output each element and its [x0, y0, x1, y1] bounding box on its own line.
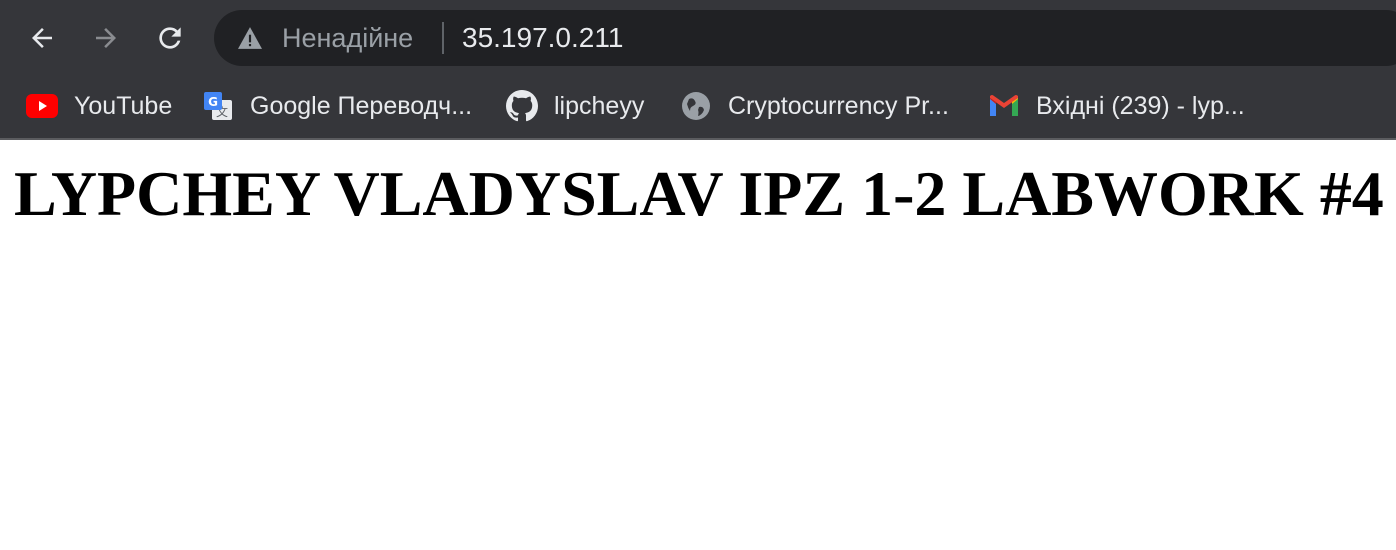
bookmark-label: Вхідні (239) - lyp...	[1036, 91, 1245, 120]
google-translate-icon: 文 G	[202, 90, 234, 122]
bookmark-cryptocurrency[interactable]: Cryptocurrency Pr...	[680, 88, 949, 124]
github-icon	[506, 90, 538, 122]
bookmark-label: Google Переводч...	[250, 91, 473, 120]
bookmark-label: YouTube	[74, 91, 173, 120]
browser-toolbar: Ненадійне 35.197.0.211	[0, 0, 1396, 76]
page-content: LYPCHEY VLADYSLAV IPZ 1-2 LABWORK #4	[0, 140, 1396, 550]
bookmarks-bar: YouTube 文 G Google Переводч... lipcheyy	[0, 76, 1396, 140]
svg-text:G: G	[208, 95, 218, 109]
warning-icon	[238, 27, 262, 49]
youtube-icon	[26, 90, 58, 122]
address-bar[interactable]: Ненадійне 35.197.0.211	[214, 10, 1396, 66]
bookmark-youtube[interactable]: YouTube	[26, 88, 172, 124]
arrow-left-icon	[32, 28, 52, 48]
bookmark-gmail[interactable]: Вхідні (239) - lyp...	[988, 88, 1245, 124]
arrow-right-icon	[96, 28, 116, 48]
page-heading: LYPCHEY VLADYSLAV IPZ 1-2 LABWORK #4	[14, 158, 1384, 229]
url-text[interactable]: 35.197.0.211	[462, 22, 623, 54]
bookmark-github[interactable]: lipcheyy	[506, 88, 644, 124]
reload-icon	[159, 27, 181, 49]
gmail-icon	[988, 90, 1020, 122]
bookmark-google-translate[interactable]: 文 G Google Переводч...	[202, 88, 472, 124]
bookmark-label: Cryptocurrency Pr...	[728, 91, 949, 120]
back-button[interactable]	[22, 18, 62, 58]
security-status-label[interactable]: Ненадійне	[282, 22, 413, 54]
bookmark-label: lipcheyy	[554, 91, 645, 120]
omnibox-divider	[442, 22, 444, 54]
forward-button[interactable]	[86, 18, 126, 58]
globe-icon	[680, 90, 712, 122]
reload-button[interactable]	[150, 18, 190, 58]
